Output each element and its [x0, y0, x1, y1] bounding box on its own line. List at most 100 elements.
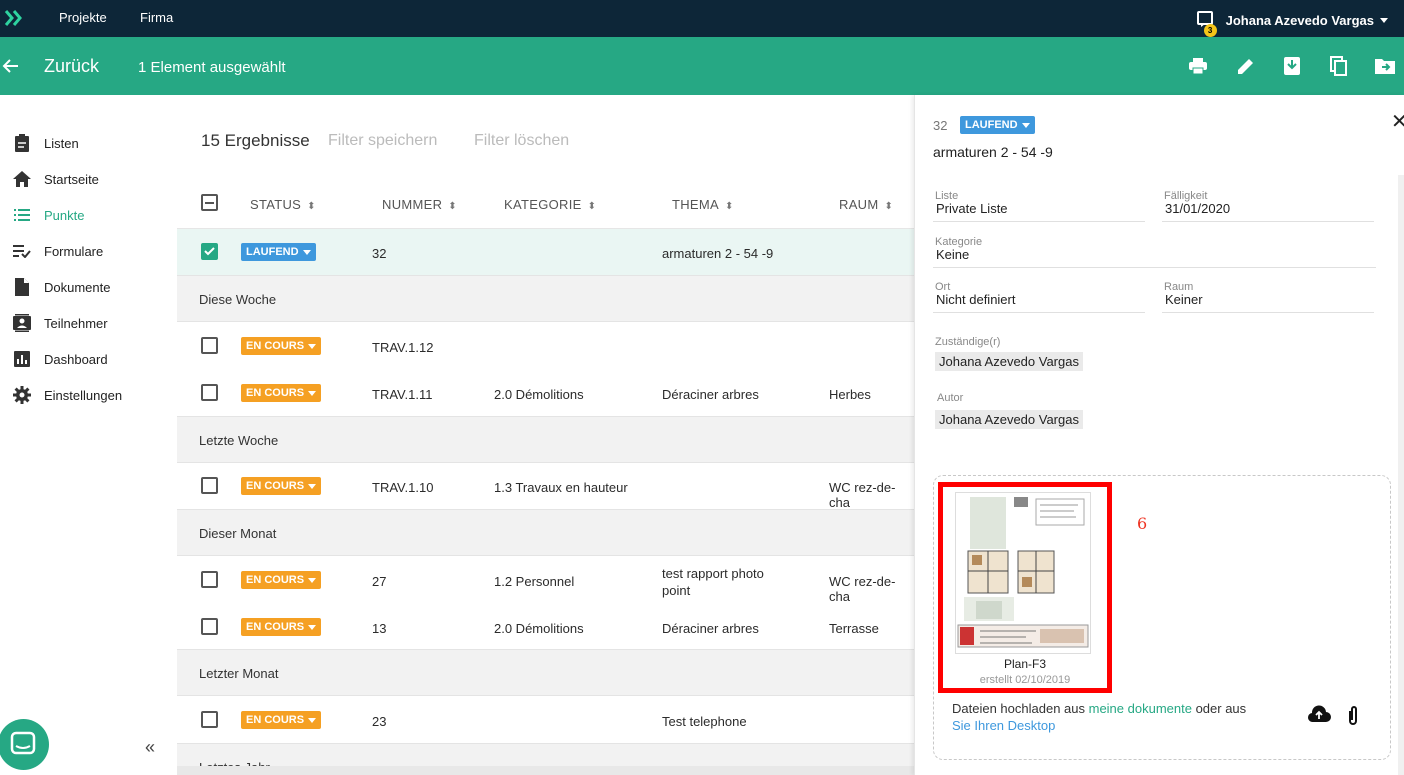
table-row-selected[interactable]: LAUFEND 32 armaturen 2 - 54 -9: [177, 229, 914, 275]
nav-firma[interactable]: Firma: [140, 10, 173, 25]
row-checkbox[interactable]: [201, 571, 218, 588]
sidebar-item-startseite[interactable]: Startseite: [12, 167, 99, 191]
sidebar-item-listen[interactable]: Listen: [12, 131, 79, 155]
column-raum[interactable]: RAUM ⬍: [839, 197, 893, 212]
back-button[interactable]: Zurück: [44, 56, 99, 77]
point-title[interactable]: armaturen 2 - 54 -9: [933, 144, 1053, 160]
status-badge[interactable]: EN COURS: [241, 711, 322, 729]
attachment-dropzone[interactable]: Plan-F3 erstellt 02/10/2019 6 Dateien ho…: [933, 475, 1391, 760]
bar-chart-icon: [12, 349, 32, 369]
horizontal-scrollbar[interactable]: [177, 766, 914, 775]
status-badge[interactable]: EN COURS: [241, 384, 322, 402]
table-row[interactable]: EN COURS TRAV.1.12: [177, 323, 914, 369]
save-filter-link[interactable]: Filter speichern: [328, 132, 437, 150]
chat-icon[interactable]: [0, 719, 49, 770]
print-icon[interactable]: [1188, 56, 1208, 81]
row-checkbox[interactable]: [201, 337, 218, 354]
status-badge[interactable]: EN COURS: [241, 337, 322, 355]
close-icon[interactable]: ✕: [1391, 109, 1404, 134]
row-topic: Test telephone: [662, 714, 747, 729]
sidebar-item-label: Punkte: [44, 207, 85, 223]
assignee-chip[interactable]: Johana Azevedo Vargas: [935, 352, 1083, 371]
table-row[interactable]: EN COURS TRAV.1.10 1.3 Travaux en hauteu…: [177, 463, 914, 510]
liste-field[interactable]: Liste Private Liste: [933, 190, 1145, 222]
user-name[interactable]: Johana Azevedo Vargas: [1226, 13, 1374, 28]
row-checkbox[interactable]: [201, 477, 218, 494]
copy-icon[interactable]: [1329, 56, 1349, 81]
sidebar-item-einstellungen[interactable]: Einstellungen: [12, 383, 122, 407]
row-checkbox[interactable]: [201, 618, 218, 635]
sidebar-item-dashboard[interactable]: Dashboard: [12, 347, 108, 371]
chevron-down-icon[interactable]: [1380, 18, 1388, 23]
attachment-name: Plan-F3: [1003, 657, 1047, 671]
sidebar-item-label: Einstellungen: [44, 387, 123, 403]
my-documents-link[interactable]: meine dokumente: [1089, 701, 1192, 716]
gear-icon: [12, 385, 32, 405]
sidebar-item-punkte[interactable]: Punkte: [12, 203, 84, 227]
move-to-folder-icon[interactable]: [1374, 56, 1396, 81]
table-row[interactable]: EN COURS 23 Test telephone: [177, 697, 914, 743]
status-badge[interactable]: LAUFEND: [241, 243, 316, 261]
table-row[interactable]: EN COURS 27 1.2 Personnel test rapport p…: [177, 557, 914, 604]
sidebar-item-label: Listen: [44, 135, 79, 151]
row-category: 1.2 Personnel: [494, 574, 575, 589]
edit-icon[interactable]: [1236, 56, 1256, 81]
category-field[interactable]: Kategorie Keine: [933, 236, 1376, 268]
chevron-down-icon: [302, 249, 311, 255]
row-checkbox[interactable]: [201, 711, 218, 728]
row-checkbox[interactable]: [201, 384, 218, 401]
attachment-thumbnail[interactable]: Plan-F3 erstellt 02/10/2019: [938, 482, 1112, 693]
checklist-icon: [12, 241, 32, 261]
status-badge[interactable]: EN COURS: [241, 477, 322, 495]
column-thema[interactable]: THEMA ⬍: [672, 197, 734, 212]
desktop-link[interactable]: Sie Ihren Desktop: [952, 718, 1055, 733]
row-checkbox[interactable]: [201, 243, 218, 260]
results-count: 15 Ergebnisse: [201, 131, 310, 150]
row-room: WC rez-de-cha: [829, 480, 896, 510]
logo-icon[interactable]: [4, 8, 24, 33]
table-row[interactable]: EN COURS TRAV.1.11 2.0 Démolitions Dérac…: [177, 369, 914, 415]
sort-icon: ⬍: [307, 201, 316, 212]
cloud-upload-icon[interactable]: [1307, 705, 1331, 728]
row-number: 27: [372, 574, 387, 589]
row-category: 2.0 Démolitions: [494, 621, 584, 636]
row-topic: Déraciner arbres: [662, 387, 759, 402]
sort-icon: ⬍: [587, 201, 597, 212]
clear-filter-link[interactable]: Filter löschen: [474, 132, 569, 150]
due-date-field[interactable]: Fälligkeit 31/01/2020: [1162, 190, 1374, 222]
group-header-diese-woche: Diese Woche: [177, 275, 914, 322]
status-dropdown[interactable]: LAUFEND: [960, 116, 1035, 134]
table-header: STATUS ⬍ NUMMER ⬍ KATEGORIE ⬍ THEMA ⬍ RAUM ⬍: [177, 185, 914, 229]
sidebar-item-dokumente[interactable]: Dokumente: [12, 275, 110, 299]
back-arrow-icon[interactable]: [2, 57, 20, 80]
top-bar: Projekte Firma 3 Johana Azevedo Vargas: [0, 0, 1404, 37]
raum-field[interactable]: Raum Keiner: [1162, 281, 1374, 313]
user-menu[interactable]: 3 Johana Azevedo Vargas: [1196, 10, 1388, 37]
status-badge[interactable]: EN COURS: [241, 618, 322, 636]
collapse-sidebar-icon[interactable]: «: [145, 737, 155, 758]
sidebar-item-formulare[interactable]: Formulare: [12, 239, 103, 263]
nav-projekte[interactable]: Projekte: [59, 10, 107, 25]
notification-count-badge: 3: [1203, 24, 1217, 37]
archive-icon[interactable]: [1283, 56, 1301, 81]
sidebar-item-label: Dokumente: [44, 279, 111, 295]
clipboard-icon: [12, 133, 32, 153]
row-number: TRAV.1.10: [372, 480, 434, 495]
attachment-date: erstellt 02/10/2019: [979, 674, 1071, 686]
ort-field[interactable]: Ort Nicht definiert: [933, 281, 1145, 313]
status-badge[interactable]: EN COURS: [241, 571, 322, 589]
column-status[interactable]: STATUS ⬍: [250, 197, 316, 212]
sort-icon: ⬍: [725, 201, 734, 212]
assignee-label: Zuständige(r): [935, 336, 1001, 348]
notifications-icon[interactable]: 3: [1196, 10, 1217, 37]
column-kategorie[interactable]: KATEGORIE ⬍: [504, 197, 596, 212]
sidebar-item-label: Teilnehmer: [44, 315, 108, 331]
table-row[interactable]: EN COURS 13 2.0 Démolitions Déraciner ar…: [177, 603, 914, 649]
panel-scrollbar[interactable]: [1398, 175, 1404, 775]
sidebar-item-teilnehmer[interactable]: Teilnehmer: [12, 311, 108, 335]
attach-file-icon[interactable]: [1346, 705, 1360, 732]
column-nummer[interactable]: NUMMER ⬍: [382, 197, 457, 212]
group-header-dieser-monat: Dieser Monat: [177, 509, 914, 556]
select-all-checkbox[interactable]: [201, 194, 218, 211]
points-list: 15 Ergebnisse Filter speichern Filter lö…: [177, 95, 914, 775]
